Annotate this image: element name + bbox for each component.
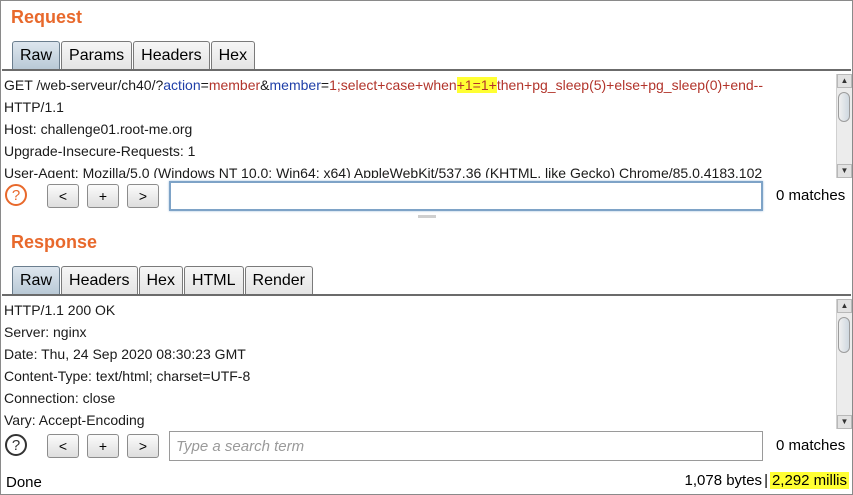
response-title: Response	[11, 232, 98, 252]
status-state: Done	[6, 474, 42, 491]
response-editor[interactable]: HTTP/1.1 200 OK Server: nginx Date: Thu,…	[2, 299, 836, 429]
scroll-thumb[interactable]	[838, 317, 850, 353]
scroll-up-icon[interactable]: ▲	[837, 74, 852, 88]
response-tab-hex[interactable]: Hex	[138, 266, 183, 294]
param-value-member-rest: then+pg_sleep(5)+else+pg_sleep(0)+end--	[496, 77, 764, 93]
next-match-button[interactable]: >	[127, 184, 159, 208]
response-search-bar: ? < + > 0 matches	[0, 430, 853, 464]
response-header-vary: Vary: Accept-Encoding	[4, 412, 145, 428]
add-search-button[interactable]: +	[87, 184, 119, 208]
help-icon[interactable]: ?	[5, 184, 27, 206]
request-line-protocol: HTTP/1.1	[4, 99, 64, 115]
request-tab-raw[interactable]: Raw	[12, 41, 61, 69]
response-tab-headers[interactable]: Headers	[61, 266, 138, 294]
response-scrollbar[interactable]: ▲ ▼	[836, 299, 852, 429]
request-search-bar: ? < + > 0 matches	[0, 180, 853, 214]
status-bar: Done 1,078 bytes | 2,292 millis	[0, 470, 853, 495]
request-header-upgrade: Upgrade-Insecure-Requests: 1	[4, 143, 196, 159]
help-icon[interactable]: ?	[5, 434, 27, 456]
previous-match-button[interactable]: <	[47, 434, 79, 458]
request-tabs: Raw Params Headers Hex	[12, 41, 256, 69]
request-header-host: Host: challenge01.root-me.org	[4, 121, 193, 137]
response-timing: 2,292 millis	[769, 472, 849, 489]
param-name-action: action	[163, 77, 201, 93]
response-tabs: Raw Headers Hex HTML Render	[12, 266, 314, 294]
response-tab-render[interactable]: Render	[244, 266, 313, 294]
next-match-button[interactable]: >	[127, 434, 159, 458]
param-value-member: 1;select+case+when	[329, 77, 457, 93]
status-separator: |	[764, 472, 768, 489]
request-match-count: 0 matches	[776, 187, 846, 204]
response-header-server: Server: nginx	[4, 324, 87, 340]
response-tab-underline	[2, 294, 851, 296]
scroll-thumb[interactable]	[838, 92, 850, 122]
request-line: GET /web-serveur/ch40/?action=member&mem…	[2, 74, 836, 96]
response-header-date: Date: Thu, 24 Sep 2020 08:30:23 GMT	[4, 346, 246, 362]
status-metrics: 1,078 bytes | 2,292 millis	[684, 472, 849, 489]
scroll-down-icon[interactable]: ▼	[837, 415, 852, 429]
param-value-action: member	[208, 77, 261, 93]
request-tab-params[interactable]: Params	[61, 41, 133, 69]
response-header-connection: Connection: close	[4, 390, 116, 406]
response-status-line: HTTP/1.1 200 OK	[4, 302, 116, 318]
response-tab-html[interactable]: HTML	[183, 266, 244, 294]
response-match-count: 0 matches	[776, 437, 846, 454]
param-name-member: member	[269, 77, 321, 93]
param-separator: &	[260, 77, 270, 93]
response-size: 1,078 bytes	[684, 472, 763, 489]
request-editor[interactable]: GET /web-serveur/ch40/?action=member&mem…	[2, 74, 836, 178]
request-scrollbar[interactable]: ▲ ▼	[836, 74, 852, 178]
request-tab-hex[interactable]: Hex	[210, 41, 256, 69]
highlighted-match: +1=1+	[456, 77, 497, 93]
request-search-input[interactable]	[169, 181, 763, 211]
scroll-down-icon[interactable]: ▼	[837, 164, 852, 178]
request-title: Request	[11, 7, 83, 27]
response-tab-raw[interactable]: Raw	[12, 266, 61, 294]
param-eq: =	[200, 77, 209, 93]
splitter-grip-icon[interactable]	[418, 215, 436, 218]
response-search-input[interactable]	[169, 431, 763, 461]
request-path: GET /web-serveur/ch40/?	[4, 77, 164, 93]
request-header-user-agent: User-Agent: Mozilla/5.0 (Windows NT 10.0…	[4, 165, 763, 178]
scroll-up-icon[interactable]: ▲	[837, 299, 852, 313]
request-tab-underline	[2, 69, 851, 71]
request-tab-headers[interactable]: Headers	[133, 41, 210, 69]
param-eq: =	[320, 77, 330, 93]
previous-match-button[interactable]: <	[47, 184, 79, 208]
add-search-button[interactable]: +	[87, 434, 119, 458]
pane-splitter[interactable]	[0, 214, 853, 219]
response-header-content-type: Content-Type: text/html; charset=UTF-8	[4, 368, 251, 384]
